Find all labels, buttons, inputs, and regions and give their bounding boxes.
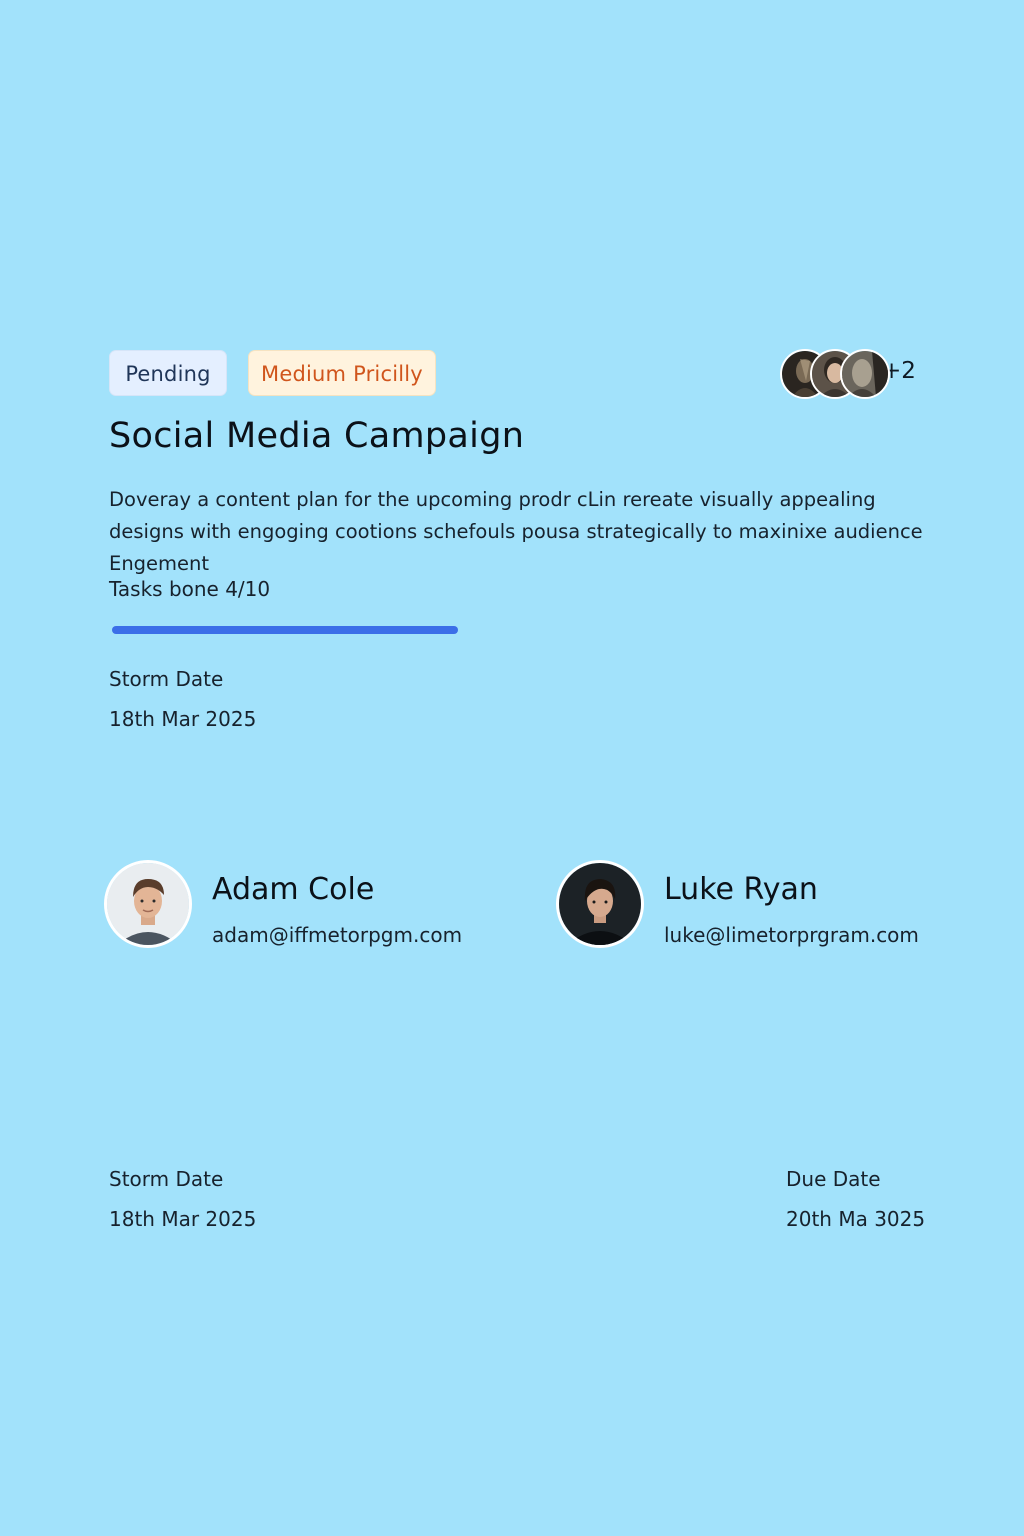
- member-email[interactable]: adam@iffmetorpgm.com: [212, 923, 462, 947]
- task-card: Pending Medium Pricilly +2 Social Media …: [0, 0, 1024, 1536]
- member-name: Luke Ryan: [664, 872, 818, 907]
- avatar[interactable]: [840, 349, 890, 399]
- start-date-value: 18th Mar 2025: [109, 707, 257, 731]
- tasks-progress-label: Tasks bone 4/10: [109, 577, 271, 601]
- page-title: Social Media Campaign: [109, 416, 525, 456]
- start-date-label: Storm Date: [109, 667, 224, 691]
- footer-start-date-label: Storm Date: [109, 1167, 224, 1191]
- due-date-value: 20th Ma 3025: [786, 1207, 926, 1231]
- avatar[interactable]: [556, 860, 644, 948]
- task-description: Doveray a content plan for the upcoming …: [109, 488, 923, 575]
- member-email[interactable]: luke@limetorprgram.com: [664, 923, 919, 947]
- avatar[interactable]: [104, 860, 192, 948]
- member-name: Adam Cole: [212, 872, 375, 907]
- progress-fill: [112, 626, 458, 634]
- status-badge[interactable]: Pending: [109, 350, 227, 396]
- tasks-progress-bar: [112, 626, 458, 634]
- due-date-label: Due Date: [786, 1167, 881, 1191]
- footer-start-date-value: 18th Mar 2025: [109, 1207, 257, 1231]
- assignee-avatar-stack[interactable]: +2: [780, 349, 920, 399]
- priority-badge[interactable]: Medium Pricilly: [248, 350, 436, 396]
